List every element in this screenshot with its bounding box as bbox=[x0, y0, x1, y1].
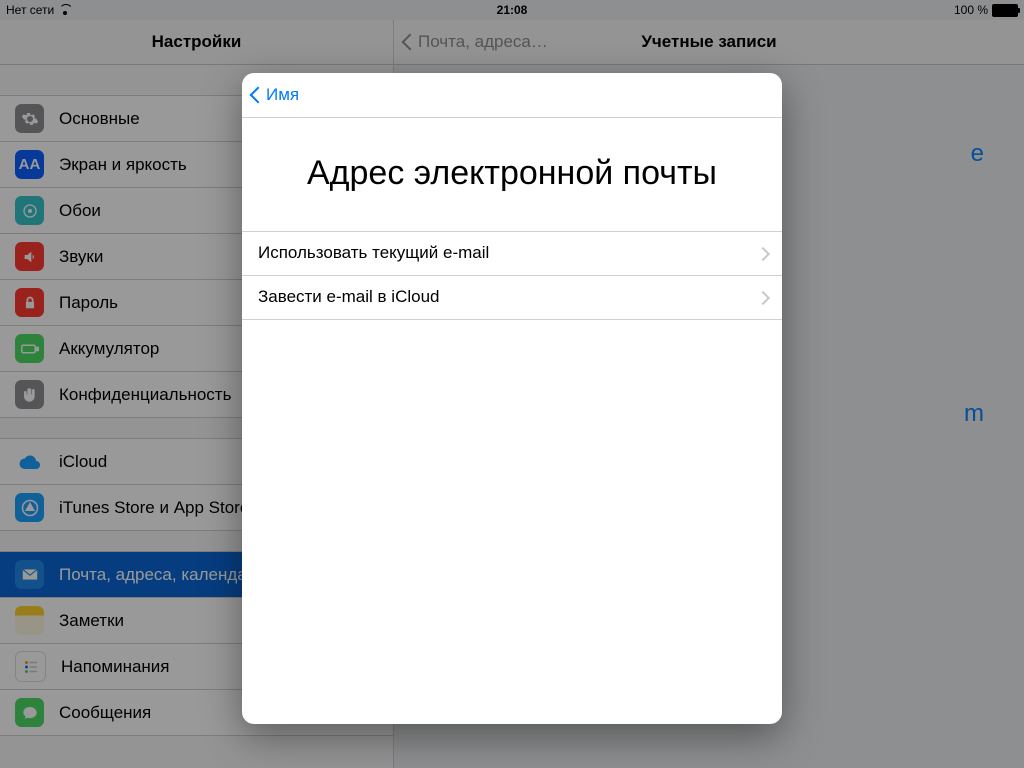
modal-back-button[interactable]: Имя bbox=[250, 85, 299, 105]
modal-title: Адрес электронной почты bbox=[242, 118, 782, 231]
option-label: Использовать текущий e-mail bbox=[258, 243, 489, 263]
chevron-right-icon bbox=[758, 290, 766, 304]
option-use-current-email[interactable]: Использовать текущий e-mail bbox=[242, 232, 782, 276]
option-label: Завести e-mail в iCloud bbox=[258, 287, 439, 307]
chevron-left-icon bbox=[250, 85, 262, 105]
email-choice-modal: Имя Адрес электронной почты Использовать… bbox=[242, 73, 782, 724]
modal-back-label: Имя bbox=[266, 85, 299, 105]
option-create-icloud-email[interactable]: Завести e-mail в iCloud bbox=[242, 276, 782, 320]
modal-header: Имя bbox=[242, 73, 782, 118]
chevron-right-icon bbox=[758, 246, 766, 260]
modal-option-list: Использовать текущий e-mail Завести e-ma… bbox=[242, 231, 782, 320]
